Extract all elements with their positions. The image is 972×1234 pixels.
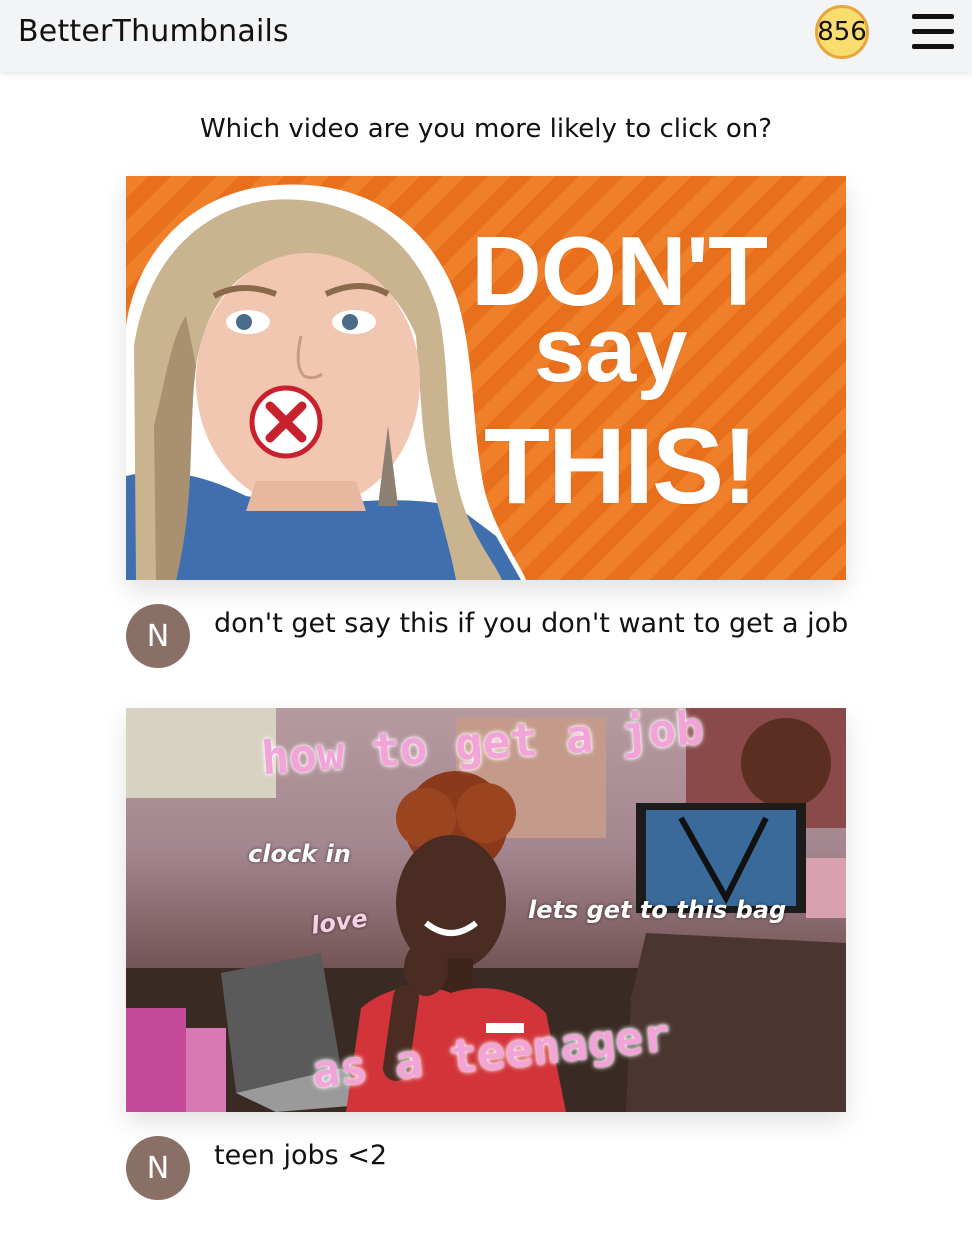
woman-portrait-image xyxy=(126,184,526,580)
avatar[interactable]: N xyxy=(126,1136,190,1200)
avatar[interactable]: N xyxy=(126,604,190,668)
score-badge: 856 xyxy=(815,5,869,59)
video-thumbnail[interactable]: DON'T say THIS! xyxy=(126,176,846,580)
menu-bar-line xyxy=(912,14,954,19)
thumbnail-headline-text: THIS! xyxy=(484,405,758,526)
video-meta: N teen jobs <2 xyxy=(126,1112,846,1200)
hamburger-menu-icon[interactable] xyxy=(912,13,956,49)
thumbnail-headline-text: say xyxy=(534,299,688,401)
menu-bar-line xyxy=(912,29,954,34)
menu-bar-line xyxy=(912,44,954,49)
video-title[interactable]: don't get say this if you don't want to … xyxy=(214,608,848,639)
video-thumbnail[interactable]: how to get a job clock in lets get to th… xyxy=(126,708,846,1112)
app-title[interactable]: BetterThumbnails xyxy=(18,14,289,49)
video-card[interactable]: how to get a job clock in lets get to th… xyxy=(126,708,846,1200)
video-title[interactable]: teen jobs <2 xyxy=(214,1140,387,1171)
thumbnail-caption-text: clock in xyxy=(248,840,351,868)
video-card[interactable]: DON'T say THIS! N don't get say this if … xyxy=(126,176,848,668)
top-bar: BetterThumbnails 856 xyxy=(0,0,972,72)
question-prompt: Which video are you more likely to click… xyxy=(199,114,773,144)
video-meta: N don't get say this if you don't want t… xyxy=(126,580,848,668)
thumbnail-caption-text: lets get to this bag xyxy=(528,896,787,924)
